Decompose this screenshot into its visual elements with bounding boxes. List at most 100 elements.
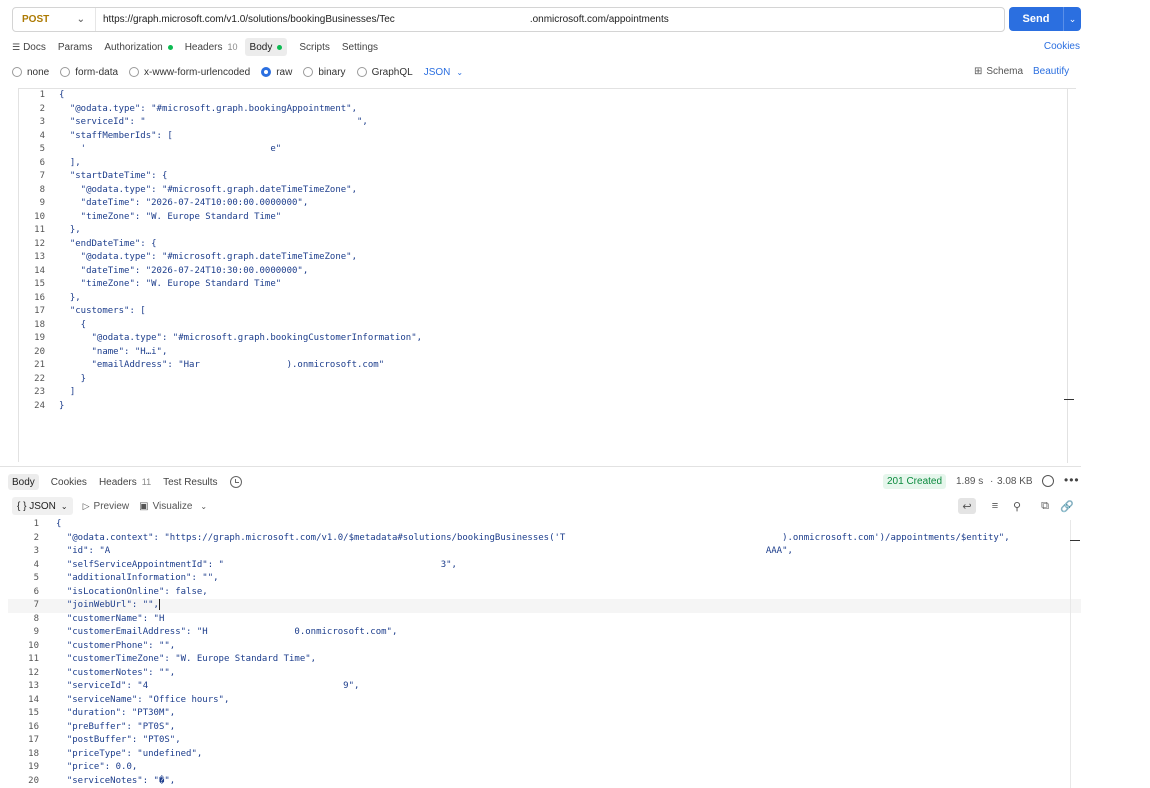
response-view-bar: { } JSON ⌄ ▷ Preview ▣ Visualize ⌄ [12,497,217,515]
radio-circle-icon [129,67,140,77]
response-size[interactable]: 3.08 KB [997,476,1033,487]
line-number: 12 [28,667,39,678]
request-body-editor[interactable]: 1{2 "@odata.type": "#microsoft.graph.boo… [18,88,1076,463]
response-scroll-thumb[interactable] [1070,540,1080,541]
radio-graphql[interactable]: GraphQL [356,66,413,78]
code-line: 15 "duration": "PT30M", [8,707,1081,721]
globe-icon[interactable] [1042,475,1054,487]
schema-button[interactable]: ⊞ Schema [974,66,1023,77]
url-input[interactable]: https://graph.microsoft.com/v1.0/solutio… [96,14,669,25]
method-label: POST [22,14,50,25]
radio-urlencoded[interactable]: x-www-form-urlencoded [129,67,250,78]
radio-binary[interactable]: binary [303,67,346,78]
code-text: "priceType": "undefined", [56,748,203,759]
line-number: 2 [33,532,39,543]
code-text: "staffMemberIds": [ [59,130,173,141]
code-line: 15 "timeZone": "W. Europe Standard Time" [19,278,1059,292]
resp-tab-cookies[interactable]: Cookies [51,474,87,490]
line-number: 9 [39,198,45,208]
code-line: 5 "additionalInformation": "", [8,572,1081,586]
tab-params[interactable]: Params [58,38,92,56]
tab-authorization[interactable]: Authorization [104,38,173,56]
pane-divider[interactable] [0,466,1081,467]
code-text: "customerNotes": "", [56,667,176,678]
radio-graphql-label: GraphQL [371,66,413,78]
code-text: "price": 0.0, [56,762,138,772]
response-tabs: Body Cookies Headers 11 Test Results [8,474,242,490]
wrap-lines-icon[interactable]: ↩ [958,498,976,514]
code-line: 3 "id": "A AAA", [8,545,1081,559]
response-code[interactable]: 1{2 "@odata.context": "https://graph.mic… [8,518,1081,788]
radio-raw[interactable]: raw [261,67,292,78]
resp-tab-body[interactable]: Body [8,474,39,490]
code-line: 4 "staffMemberIds": [ [19,130,1059,144]
line-number: 3 [39,117,45,127]
response-format-label: { } JSON [17,500,56,512]
tab-headers-label: Headers [184,41,223,53]
code-text: "endDateTime": { [59,238,157,249]
code-text: "@odata.type": "#microsoft.graph.booking… [59,333,423,343]
visualize-button[interactable]: ▣ Visualize ⌄ [139,501,207,512]
radio-circle-icon [303,67,314,77]
code-line: 18 { [19,319,1059,333]
code-line: 12 "endDateTime": { [19,238,1059,252]
method-select[interactable]: POST ⌄ [13,8,96,31]
code-line: 21 "emailAddress": "Har ).onmicrosoft.co… [19,359,1059,373]
more-options-icon[interactable]: ••• [1064,473,1080,487]
link-icon[interactable]: 🔗 [1058,498,1076,514]
format-select[interactable]: JSON ⌄ [424,67,463,78]
line-number: 19 [28,762,39,772]
resp-tab-test-results[interactable]: Test Results [163,474,217,490]
line-number: 15 [34,279,45,289]
visualize-label: Visualize [152,500,193,512]
line-number: 4 [39,130,45,141]
editor-scrollbar[interactable] [1067,89,1068,463]
code-line: 11 }, [19,224,1059,238]
response-time[interactable]: 1.89 s [956,476,983,487]
send-options-chevron-icon[interactable]: ⌄ [1063,7,1081,31]
code-text: }, [59,225,81,235]
tab-params-label: Params [57,41,93,53]
tab-body[interactable]: Body [244,38,288,56]
code-line: 20 "name": "H…i", [19,346,1059,360]
cookies-link[interactable]: Cookies [1044,41,1080,52]
code-text: ] [59,387,76,397]
code-text: "name": "H…i", [59,346,168,357]
radio-form-data[interactable]: form-data [60,67,118,78]
scroll-thumb[interactable] [1064,399,1074,400]
line-number: 1 [33,519,39,529]
code-line: 5 ' e" [19,143,1059,157]
line-number: 10 [28,640,39,651]
code-text: "emailAddress": "Har ).onmicrosoft.com" [59,360,385,370]
copy-icon[interactable]: ⧉ [1036,498,1054,514]
code-line: 14 "serviceName": "Office hours", [8,694,1081,708]
code-text: "@odata.type": "#microsoft.graph.dateTim… [59,184,358,195]
send-label: Send [1022,13,1050,25]
resp-tab-headers[interactable]: Headers 11 [99,474,151,490]
code-line: 16 "preBuffer": "PT0S", [8,721,1081,735]
status-badge[interactable]: 201 Created [883,474,947,489]
response-format-select[interactable]: { } JSON ⌄ [12,497,73,515]
history-icon[interactable] [229,476,242,488]
preview-button[interactable]: ▷ Preview [83,501,130,512]
code-text: "customerTimeZone": "W. Europe Standard … [56,654,317,664]
code-text: { [59,90,65,100]
tab-docs[interactable]: ☰ Docs [12,38,46,56]
code-line: 12 "customerNotes": "", [8,667,1081,681]
tab-headers[interactable]: Headers 10 [185,38,238,56]
search-icon[interactable]: ⚲ [1008,498,1026,514]
send-button[interactable]: Send ⌄ [1009,7,1081,31]
tab-scripts[interactable]: Scripts [299,38,330,56]
line-number: 3 [33,546,39,556]
line-number: 8 [33,613,39,624]
code-line: 8 "@odata.type": "#microsoft.graph.dateT… [19,184,1059,198]
filter-icon[interactable]: ≡ [986,498,1004,514]
request-code: 1{2 "@odata.type": "#microsoft.graph.boo… [19,89,1059,413]
beautify-button[interactable]: Beautify [1033,66,1069,77]
format-label: JSON [423,66,451,78]
code-text: } [59,373,87,384]
radio-none[interactable]: none [12,67,49,78]
tab-settings[interactable]: Settings [342,38,378,56]
code-line: 7 "joinWebUrl": "", [8,599,1081,613]
response-scrollbar[interactable] [1070,520,1071,788]
